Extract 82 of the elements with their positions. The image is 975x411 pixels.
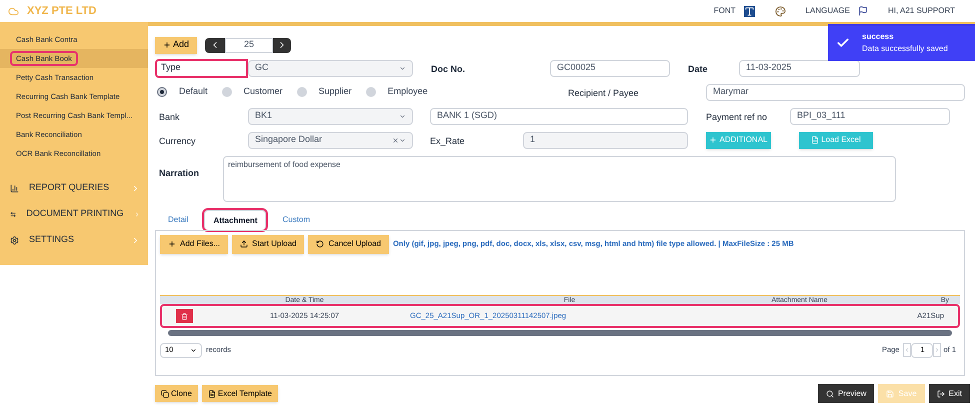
chevron-icon xyxy=(134,210,140,218)
field-label: Date xyxy=(688,64,708,74)
plus-icon xyxy=(168,240,176,248)
radio-label: Default xyxy=(179,85,208,98)
radio-button[interactable] xyxy=(157,87,167,97)
chevron-left-icon xyxy=(904,347,910,353)
menu-section[interactable]: SETTINGS xyxy=(0,227,148,253)
chevron-icon xyxy=(131,236,140,244)
settings-icon xyxy=(10,236,19,244)
field-label: Payment ref no xyxy=(706,112,768,122)
toast-message: Data successfully saved xyxy=(862,42,948,54)
footer-button[interactable]: Preview xyxy=(818,384,874,403)
bank-select[interactable]: BK1 xyxy=(248,108,413,124)
payment-ref-field[interactable]: BPI_03_111 xyxy=(790,108,950,124)
footer-button[interactable]: Exit xyxy=(928,384,970,403)
tab[interactable]: Custom xyxy=(274,210,318,230)
language-label: LANGUAGE xyxy=(806,5,850,17)
toast-title: success xyxy=(862,30,895,42)
flag-icon[interactable] xyxy=(858,6,868,16)
plus-icon xyxy=(709,136,718,144)
field-label: Bank xyxy=(159,112,180,122)
add-button[interactable]: Add xyxy=(155,36,198,54)
trash-icon xyxy=(181,312,188,320)
upload-button[interactable]: Add Files... xyxy=(160,234,228,254)
check-icon xyxy=(836,36,850,50)
company-name: XYZ PTE LTD xyxy=(27,4,96,19)
field-label: Recipient / Payee xyxy=(568,88,639,98)
field-label: Currency xyxy=(159,136,196,146)
radio-label: Customer xyxy=(244,85,283,98)
record-number-field[interactable]: 25 xyxy=(225,38,274,52)
exit-icon xyxy=(936,390,945,398)
narration-field[interactable]: reimbursement of food expense xyxy=(223,156,896,202)
ex-rate-field[interactable]: 1 xyxy=(523,132,688,148)
radio-button[interactable] xyxy=(296,87,307,97)
horizontal-scrollbar[interactable] xyxy=(168,330,952,336)
menu-section[interactable]: DOCUMENT PRINTING xyxy=(0,201,148,227)
user-greeting: HI, A21 SUPPORT xyxy=(888,5,955,17)
radio-button[interactable] xyxy=(222,87,232,97)
field-label: Doc No. xyxy=(431,64,466,74)
save-icon xyxy=(886,390,894,398)
upload-button[interactable]: Start Upload xyxy=(232,234,304,254)
radio-label: Employee xyxy=(388,85,428,98)
bar-chart-icon xyxy=(10,184,19,192)
date-field[interactable]: 11-03-2025 xyxy=(739,60,860,76)
search-icon xyxy=(826,390,834,398)
copy-icon xyxy=(161,390,169,398)
footer-button[interactable]: Clone xyxy=(155,385,198,402)
field-label: Ex_Rate xyxy=(430,136,465,146)
tab[interactable]: Attachment xyxy=(204,210,266,230)
caret-icon xyxy=(190,346,197,354)
type-field: Type xyxy=(155,58,248,78)
arrows-icon xyxy=(10,210,16,218)
type-select[interactable]: GC xyxy=(248,60,413,76)
currency-select[interactable]: Singapore Dollar xyxy=(248,132,413,148)
caret-icon xyxy=(399,136,406,144)
tab[interactable]: Detail xyxy=(160,210,196,230)
delete-button[interactable] xyxy=(176,309,193,323)
cloud-icon xyxy=(8,6,19,16)
previous-button[interactable] xyxy=(205,38,226,52)
plus-icon xyxy=(163,41,171,49)
font-label: FONT xyxy=(714,5,736,17)
upload-icon xyxy=(240,240,248,248)
caret-icon xyxy=(399,112,406,120)
radio-label: Supplier xyxy=(318,85,352,98)
document-icon xyxy=(208,390,216,398)
undo-icon xyxy=(316,240,324,248)
palette-icon[interactable] xyxy=(774,6,786,16)
menu-section[interactable]: REPORT QUERIES xyxy=(0,175,148,201)
bank-name-field[interactable]: BANK 1 (SGD) xyxy=(430,108,688,124)
field-label: Narration xyxy=(159,168,200,178)
doc-no-field[interactable]: GC00025 xyxy=(550,60,670,76)
recipient-field[interactable]: Marymar xyxy=(706,84,965,100)
next-button[interactable] xyxy=(273,38,292,52)
clear-icon[interactable] xyxy=(392,136,399,144)
radio-button[interactable] xyxy=(366,87,376,97)
footer-button[interactable]: Excel Template xyxy=(202,385,278,402)
spreadsheet-icon xyxy=(811,136,820,144)
font-size-icon[interactable] xyxy=(744,6,755,16)
chevron-right-icon xyxy=(934,347,940,353)
caret-icon xyxy=(399,64,406,72)
chevron-icon xyxy=(131,184,140,192)
upload-button[interactable]: Cancel Upload xyxy=(308,234,389,254)
